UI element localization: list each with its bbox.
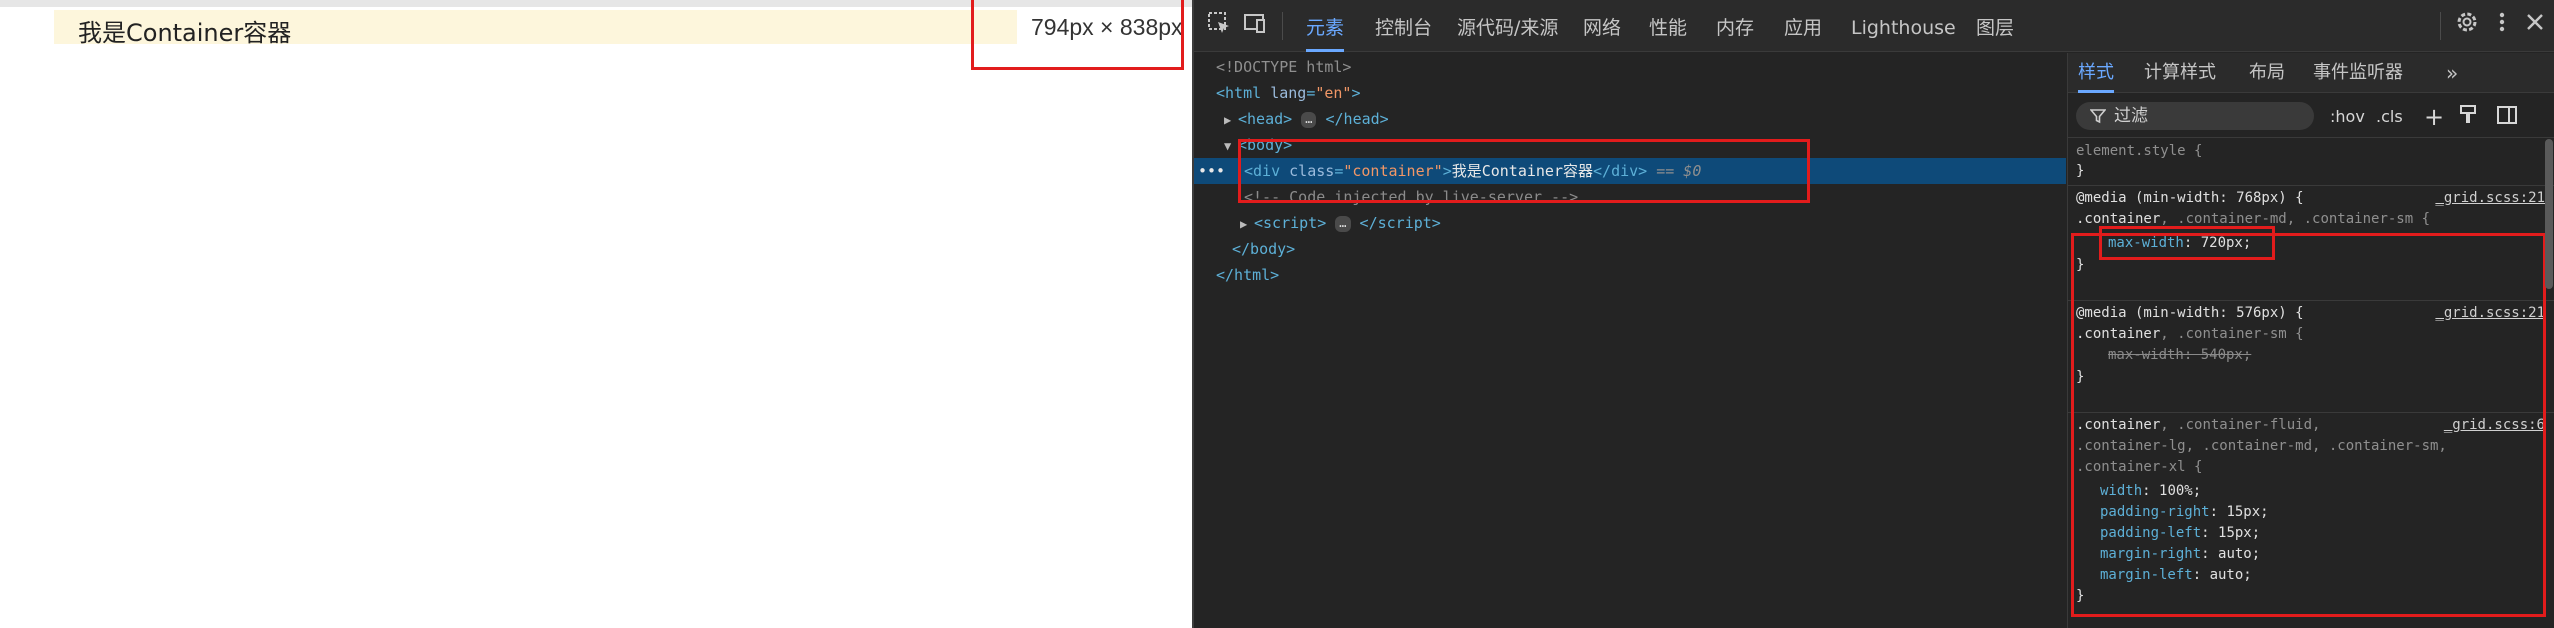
tab-event-listeners[interactable]: 事件监听器 [2313, 53, 2403, 93]
hov-button[interactable]: :hov [2330, 104, 2365, 130]
head-tag-name: head [1247, 110, 1284, 128]
filter-funnel-icon [2089, 102, 2107, 133]
tab-network[interactable]: 网络 [1583, 0, 1621, 52]
toolbar-separator-right [2440, 12, 2441, 40]
tab-styles[interactable]: 样式 [2078, 53, 2114, 93]
tab-lighthouse[interactable]: Lighthouse [1851, 0, 1956, 52]
tab-layers[interactable]: 图层 [1976, 0, 2014, 52]
dom-script[interactable]: ▶ <script> … </script> [1194, 210, 2066, 236]
tab-layout[interactable]: 布局 [2249, 53, 2285, 93]
script-close-tag: script [1377, 214, 1432, 232]
inspect-element-icon[interactable] [1204, 10, 1234, 40]
dom-head[interactable]: ▶ <head> … </head> [1194, 106, 2066, 132]
ellipsis-badge[interactable]: … [1335, 215, 1351, 232]
tab-console[interactable]: 控制台 [1375, 0, 1432, 52]
rule1-selector-rest: , .container-md, .container-sm { [2160, 211, 2431, 227]
rule1-selector-main: .container [2076, 211, 2161, 227]
toolbar-separator [1282, 12, 1283, 40]
tab-sources[interactable]: 源代码/来源 [1457, 0, 1558, 52]
row-more-icon[interactable]: ••• [1198, 158, 1225, 184]
styles-filter-input[interactable]: 过滤 [2076, 102, 2314, 130]
selected-div-annotation-box [1238, 139, 1810, 203]
scrollbar[interactable] [2545, 139, 2553, 289]
tab-performance[interactable]: 性能 [1649, 0, 1687, 52]
body-close-text: </body> [1232, 240, 1296, 258]
more-vertical-icon[interactable] [2487, 10, 2517, 40]
styles-filter-row: 过滤 :hov .cls + [2068, 94, 2554, 138]
tab-elements[interactable]: 元素 [1306, 0, 1345, 52]
rule1-source-link[interactable]: _grid.scss:21 [2435, 188, 2545, 209]
element-style-close: } [2076, 163, 2085, 179]
toggle-sidebar-icon[interactable] [2496, 104, 2518, 130]
add-rule-button[interactable]: + [2424, 104, 2444, 130]
settings-gear-icon[interactable] [2452, 10, 2482, 40]
styles-subtabs: 样式 计算样式 布局 事件监听器 » [2068, 53, 2554, 93]
tab-application[interactable]: 应用 [1784, 0, 1822, 52]
styles-sidebar: 样式 计算样式 布局 事件监听器 » 过滤 :hov .cls + elemen… [2067, 53, 2554, 628]
paint-brush-icon[interactable] [2458, 104, 2478, 130]
rules-annotation-box [2071, 233, 2546, 617]
css-rules-pane: element.style { } @media (min-width: 768… [2068, 139, 2554, 628]
close-icon[interactable] [2520, 10, 2550, 40]
tab-computed[interactable]: 计算样式 [2144, 53, 2216, 93]
expand-triangle-icon[interactable]: ▶ [1240, 211, 1254, 237]
rule-divider [2068, 185, 2554, 186]
devtools-panel: 元素 控制台 源代码/来源 网络 性能 内存 应用 Lighthouse 图层 … [1192, 0, 2554, 628]
html-attr-value: "en" [1315, 84, 1352, 102]
html-tag-name: html [1225, 84, 1262, 102]
tab-memory[interactable]: 内存 [1716, 0, 1754, 52]
ellipsis-badge[interactable]: … [1301, 111, 1317, 128]
more-tabs-chevron-icon[interactable]: » [2446, 53, 2458, 93]
dom-doctype[interactable]: <!DOCTYPE html> [1194, 54, 2066, 80]
devtools-toolbar: 元素 控制台 源代码/来源 网络 性能 内存 应用 Lighthouse 图层 [1194, 0, 2554, 52]
rule1-media: @media (min-width: 768px) { [2076, 190, 2304, 206]
size-badge-annotation-box [971, 0, 1184, 70]
expand-triangle-icon[interactable]: ▶ [1224, 107, 1238, 133]
dom-body-close[interactable]: </body> [1194, 236, 2066, 262]
dom-html-open[interactable]: <html lang="en"> [1194, 80, 2066, 106]
collapse-triangle-icon[interactable]: ▼ [1224, 133, 1238, 159]
container-text: 我是Container容器 [78, 19, 292, 47]
rendered-page: 我是Container容器 794px × 838px [0, 0, 1197, 628]
device-toolbar-icon[interactable] [1240, 10, 1270, 40]
elements-tree: <!DOCTYPE html> <html lang="en"> ▶ <head>… [1194, 53, 2066, 628]
head-close-tag: head [1343, 110, 1380, 128]
cls-button[interactable]: .cls [2376, 104, 2403, 130]
script-tag-name: script [1263, 214, 1318, 232]
element-style-selector[interactable]: element.style { [2076, 141, 2202, 162]
html-close-text: </html> [1216, 266, 1280, 284]
dom-html-close[interactable]: </html> [1194, 262, 2066, 288]
filter-placeholder: 过滤 [2114, 106, 2148, 126]
doctype-text: <!DOCTYPE html> [1216, 58, 1352, 76]
html-attr-name: lang [1270, 84, 1307, 102]
